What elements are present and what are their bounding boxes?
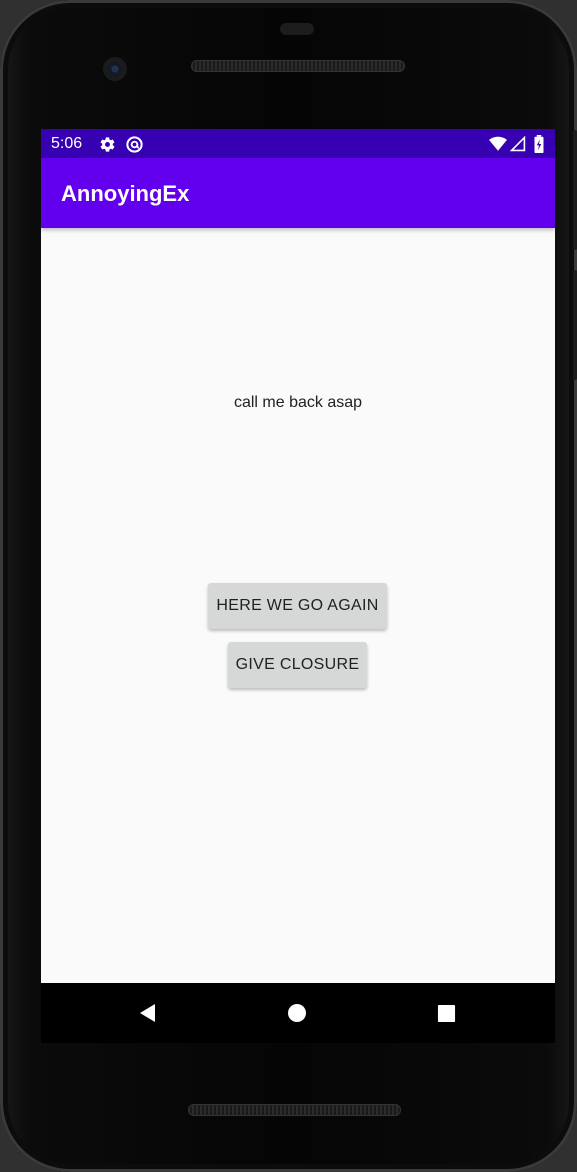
status-time: 5:06 xyxy=(51,135,83,152)
here-we-go-again-button[interactable]: HERE WE GO AGAIN xyxy=(208,583,387,629)
at-sign-icon xyxy=(124,134,144,154)
volume-button xyxy=(573,270,577,380)
back-triangle-icon[interactable] xyxy=(136,1001,160,1025)
cell-signal-icon xyxy=(508,134,528,154)
battery-icon xyxy=(529,134,549,154)
phone-frame: 5:06 AnnoyingEx call me back asap HERE W… xyxy=(0,0,577,1172)
top-speaker-grille xyxy=(191,60,405,72)
bottom-speaker-grille xyxy=(188,1104,401,1116)
emulator-stage: 5:06 AnnoyingEx call me back asap HERE W… xyxy=(0,0,577,1172)
give-closure-button[interactable]: GIVE CLOSURE xyxy=(228,642,367,688)
app-title: AnnoyingEx xyxy=(61,181,190,206)
app-screen: 5:06 AnnoyingEx call me back asap HERE W… xyxy=(41,129,555,983)
status-bar: 5:06 xyxy=(41,129,555,158)
navigation-bar xyxy=(41,983,555,1043)
app-toolbar: AnnoyingEx xyxy=(41,158,555,228)
front-camera-icon xyxy=(103,57,127,81)
power-button xyxy=(573,130,577,250)
home-circle-icon[interactable] xyxy=(285,1001,309,1025)
earpiece-top xyxy=(280,23,314,35)
settings-gear-icon xyxy=(97,134,117,154)
wifi-icon xyxy=(488,134,508,154)
message-text: call me back asap xyxy=(233,394,363,411)
recents-square-icon[interactable] xyxy=(434,1001,458,1025)
